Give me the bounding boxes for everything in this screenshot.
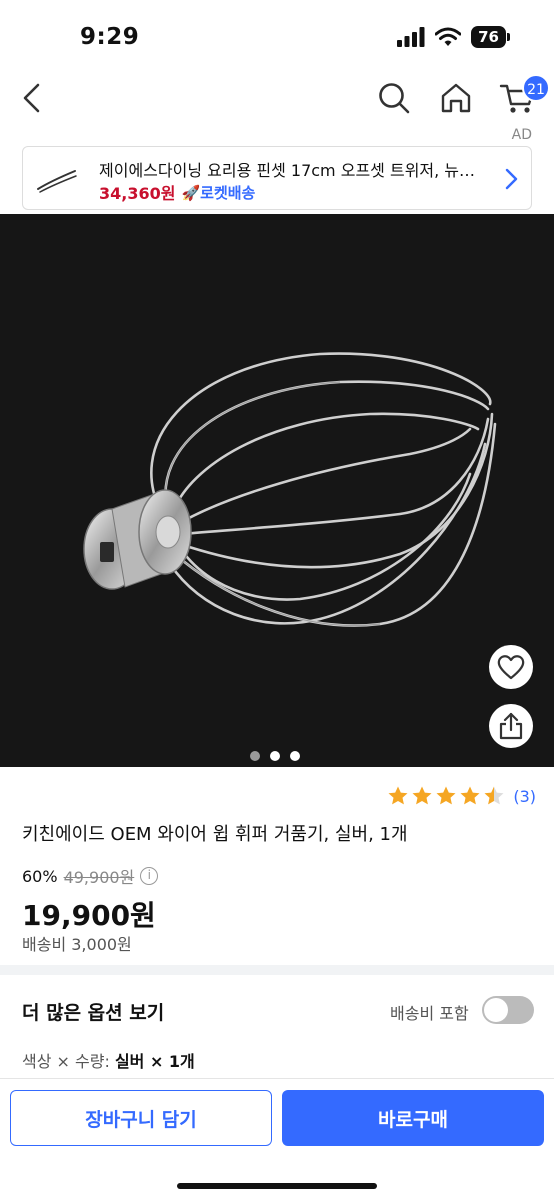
ad-thumbnail (37, 170, 77, 193)
back-icon[interactable] (16, 80, 52, 116)
status-icons: 76 (397, 26, 510, 48)
ad-price: 34,360원 (99, 184, 176, 203)
rating-count[interactable]: (3) (513, 787, 536, 806)
search-icon[interactable] (376, 80, 412, 116)
ad-price-row: 34,360원 🚀로켓배송 (99, 180, 255, 204)
top-nav (0, 70, 554, 126)
add-to-cart-button[interactable]: 장바구니 담기 (10, 1090, 272, 1146)
option-label: 색상 × 수량: (22, 1052, 115, 1071)
toggle-knob (484, 998, 508, 1022)
chevron-right-icon (505, 168, 518, 190)
more-options-link[interactable]: 더 많은 옵션 보기 (22, 998, 164, 1025)
product-image-carousel[interactable] (0, 214, 554, 767)
info-icon[interactable]: i (140, 867, 159, 885)
star-icon (484, 786, 504, 805)
star-icon (388, 786, 408, 805)
status-bar: 9:29 76 (0, 0, 554, 70)
carousel-dot[interactable] (290, 751, 300, 761)
section-divider (0, 965, 554, 975)
sale-price: 19,900원 (22, 899, 156, 932)
bottom-action-bar: 장바구니 담기 바로구매 (0, 1078, 554, 1200)
shipping-include-label: 배송비 포함 (390, 1004, 469, 1023)
carousel-dot[interactable] (250, 751, 260, 761)
carousel-dots (250, 751, 300, 761)
status-time: 9:29 (80, 24, 140, 50)
rating-stars (387, 785, 505, 807)
home-indicator (177, 1183, 377, 1189)
star-icon (436, 786, 456, 805)
share-icon (499, 712, 523, 740)
star-icon (460, 786, 480, 805)
shipping-include-toggle[interactable] (482, 996, 534, 1024)
star-icon (412, 786, 432, 805)
carousel-dot[interactable] (270, 751, 280, 761)
discount-rate: 60% (22, 866, 58, 886)
favorite-button[interactable] (489, 645, 533, 689)
share-button[interactable] (489, 704, 533, 748)
signal-icon (397, 27, 425, 47)
ad-banner[interactable]: 제이에스다이닝 요리용 핀셋 17cm 오프셋 트위저, 뉴… 34,360원 … (22, 146, 532, 210)
buy-now-button[interactable]: 바로구매 (282, 1090, 544, 1146)
wifi-icon (435, 27, 462, 46)
discount-row: 60% 49,900원 i (22, 864, 159, 888)
rocket-delivery-badge: 🚀로켓배송 (181, 183, 256, 202)
option-value: 실버 × 1개 (114, 1052, 195, 1071)
home-icon[interactable] (438, 80, 474, 116)
original-price: 49,900원 (63, 868, 135, 887)
ad-title: 제이에스다이닝 요리용 핀셋 17cm 오프셋 트위저, 뉴… (99, 161, 476, 180)
battery-indicator: 76 (471, 26, 510, 48)
product-image-whisk (83, 352, 497, 627)
heart-icon (497, 655, 525, 680)
rating[interactable]: (3) (387, 785, 536, 807)
product-title: 키친에이드 OEM 와이어 윕 휘퍼 거품기, 실버, 1개 (22, 824, 408, 845)
selected-option[interactable]: 색상 × 수량: 실버 × 1개 (22, 1048, 195, 1072)
ad-label: AD (511, 127, 532, 143)
cart-count-badge: 21 (522, 74, 550, 102)
shipping-fee: 배송비 3,000원 (22, 935, 132, 954)
